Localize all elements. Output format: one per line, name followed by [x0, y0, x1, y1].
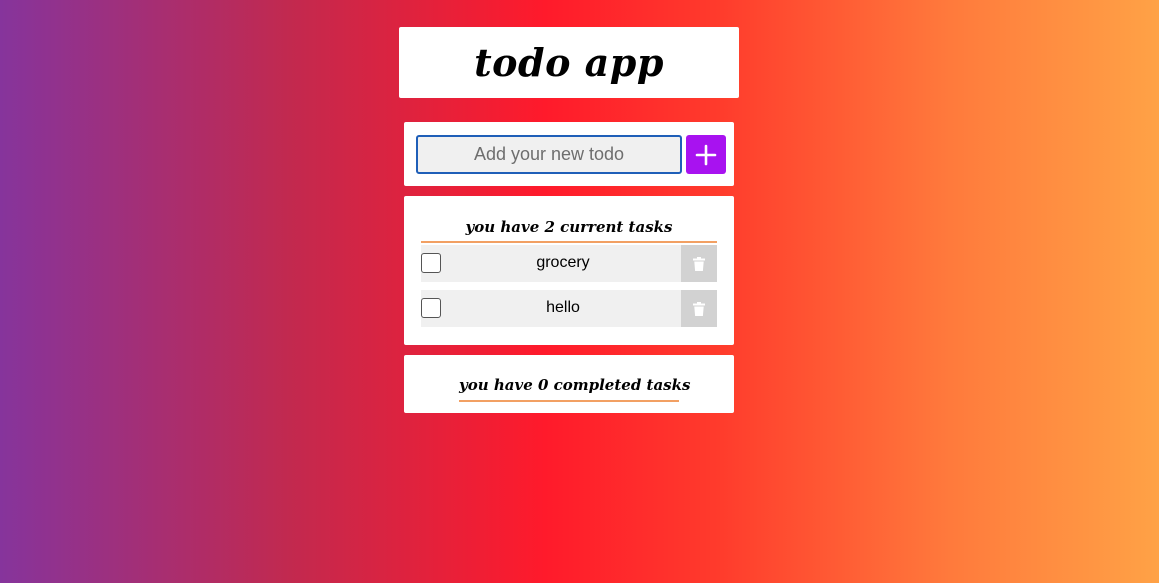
task-row: hello [421, 290, 717, 327]
plus-icon [695, 144, 717, 165]
add-todo-button[interactable] [686, 135, 726, 174]
trash-icon [693, 301, 705, 316]
delete-task-button[interactable] [681, 290, 717, 327]
current-tasks-heading: you have 2 current tasks [421, 215, 717, 243]
new-todo-form [404, 122, 734, 186]
task-checkbox[interactable] [421, 298, 441, 318]
app-title: todo app [474, 40, 664, 85]
completed-tasks-panel: you have 0 completed tasks [404, 355, 734, 413]
trash-icon [693, 256, 705, 271]
completed-tasks-heading: you have 0 completed tasks [459, 373, 690, 402]
task-label: hello [546, 299, 580, 316]
task-row: grocery [421, 245, 717, 282]
task-checkbox[interactable] [421, 253, 441, 273]
task-label: grocery [536, 254, 590, 271]
current-tasks-panel: you have 2 current tasks grocery hello [404, 196, 734, 345]
new-todo-input[interactable] [416, 135, 682, 174]
delete-task-button[interactable] [681, 245, 717, 282]
app-header: todo app [399, 27, 739, 98]
